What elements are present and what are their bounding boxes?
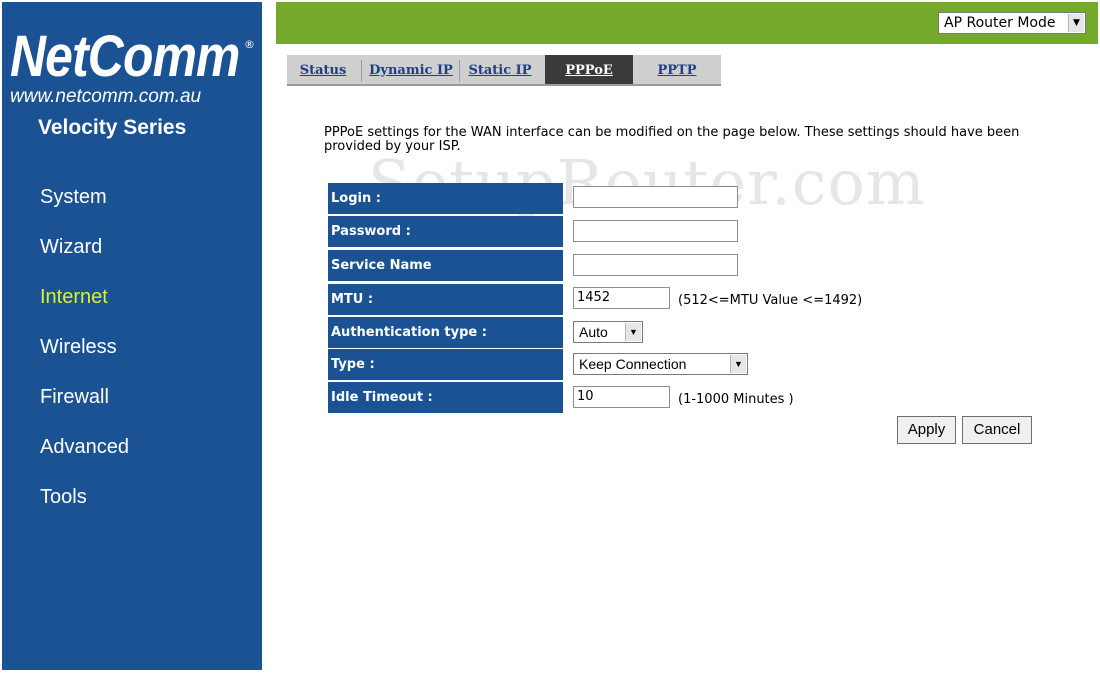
sidebar-item-internet[interactable]: Internet [2,282,262,332]
password-field[interactable] [573,220,738,242]
login-label: Login : [328,183,563,214]
apply-button[interactable]: Apply [897,416,956,444]
logo-url: www.netcomm.com.au [10,86,202,107]
service-name-label: Service Name [328,250,563,281]
service-name-field[interactable] [573,254,738,276]
tab-status[interactable]: Status [291,55,355,84]
tab-pppoe[interactable]: PPPoE [545,55,633,84]
form-row-auth-type: Authentication type : Auto ▼ [328,317,1028,349]
type-label: Type : [328,349,563,380]
type-select[interactable]: Keep Connection ▼ [573,353,748,375]
auth-type-value: Auto [579,324,608,340]
page-description: PPPoE settings for the WAN interface can… [324,125,1020,154]
chevron-down-icon: ▼ [1068,14,1084,32]
auth-type-select[interactable]: Auto ▼ [573,321,643,343]
login-field[interactable] [573,186,738,208]
auth-type-label: Authentication type : [328,317,563,348]
sidebar-nav: System Wizard Internet Wireless Firewall… [2,182,262,532]
registered-mark: ® [244,38,255,51]
tab-divider [361,60,362,82]
sidebar: NetComm ® www.netcomm.com.au Velocity Se… [2,2,262,670]
tab-dynamic-ip[interactable]: Dynamic IP [363,55,459,84]
sidebar-item-wizard[interactable]: Wizard [2,232,262,282]
password-label: Password : [328,216,563,247]
tab-static-ip[interactable]: Static IP [461,55,539,84]
tab-pptp[interactable]: PPTP [637,55,717,84]
sidebar-item-tools[interactable]: Tools [2,482,262,532]
mtu-label: MTU : [328,284,563,315]
tab-divider [459,60,460,82]
form-row-type: Type : Keep Connection ▼ [328,349,1028,381]
form-row-password: Password : [328,216,1028,248]
top-bar: AP Router Mode ▼ [276,2,1098,44]
idle-timeout-hint: (1-1000 Minutes ) [678,392,794,407]
netcomm-logo: NetComm [10,24,240,89]
tab-bar: Status Dynamic IP Static IP PPPoE PPTP [287,55,721,86]
sidebar-item-firewall[interactable]: Firewall [2,382,262,432]
idle-timeout-label: Idle Timeout : [328,382,563,413]
sidebar-item-wireless[interactable]: Wireless [2,332,262,382]
sidebar-item-system[interactable]: System [2,182,262,232]
chevron-down-icon: ▼ [730,355,746,373]
form-row-login: Login : [328,183,1028,215]
type-value: Keep Connection [579,356,687,372]
form-row-mtu: MTU : 1452 (512<=MTU Value <=1492) [328,284,1028,316]
mode-select-value: AP Router Mode [944,15,1056,31]
cancel-button[interactable]: Cancel [962,416,1032,444]
idle-timeout-field[interactable]: 10 [573,386,670,408]
chevron-down-icon: ▼ [625,323,641,341]
mode-select[interactable]: AP Router Mode ▼ [938,12,1086,34]
mtu-field[interactable]: 1452 [573,287,670,309]
form-row-idle-timeout: Idle Timeout : 10 (1-1000 Minutes ) [328,382,1028,414]
mtu-hint: (512<=MTU Value <=1492) [678,293,863,308]
sidebar-item-advanced[interactable]: Advanced [2,432,262,482]
series-title: Velocity Series [38,116,187,139]
form-row-service-name: Service Name [328,250,1028,282]
